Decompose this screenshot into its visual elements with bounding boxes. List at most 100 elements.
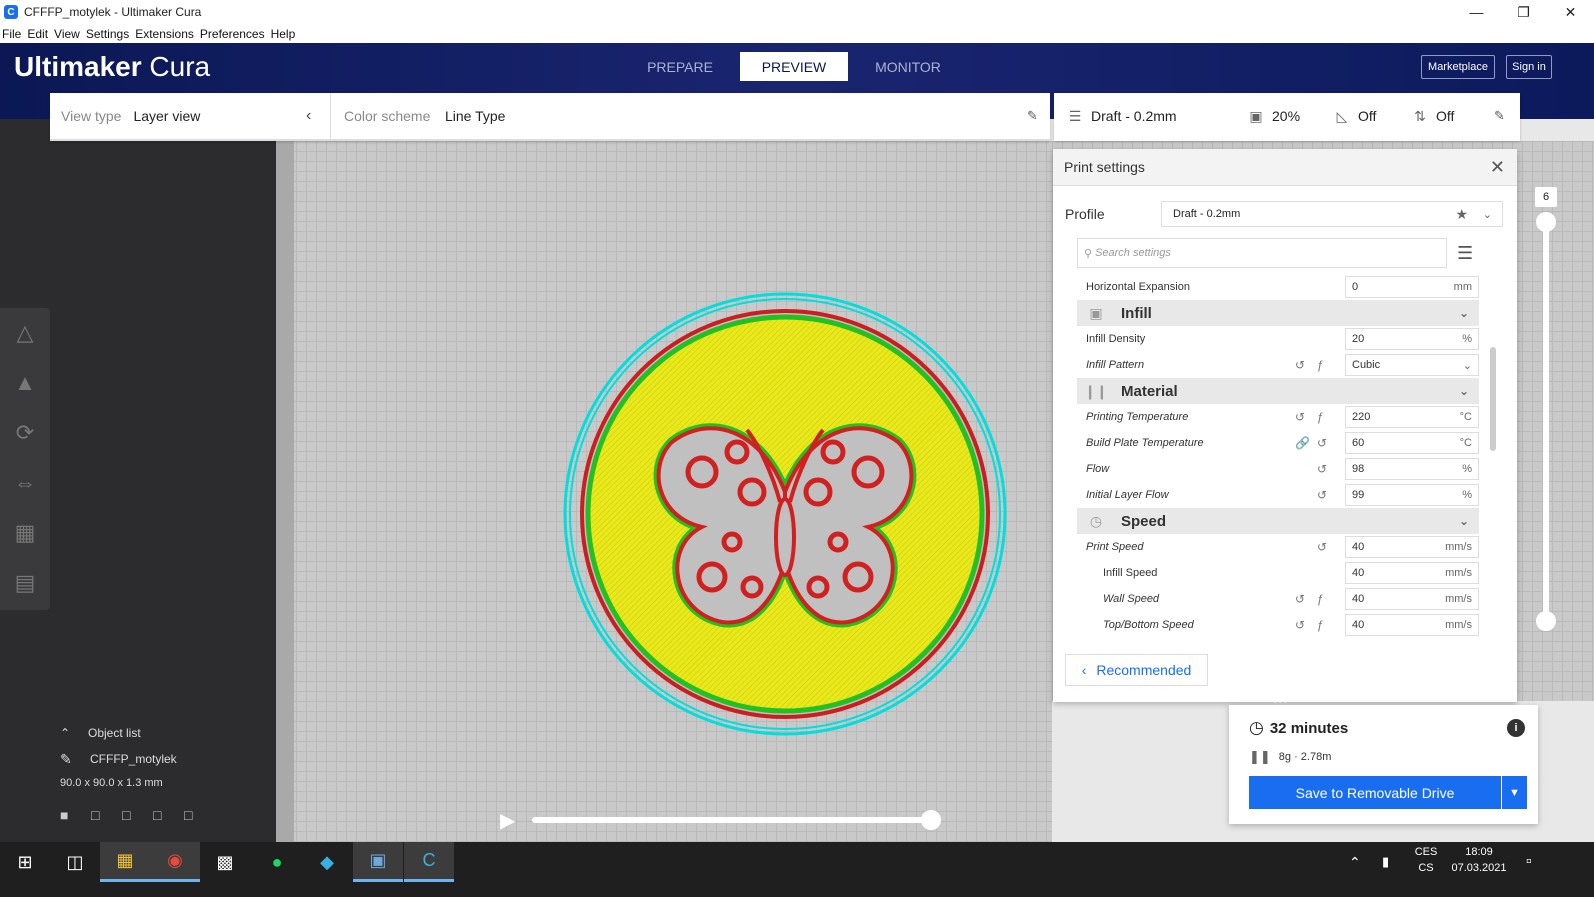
menu-settings[interactable]: Settings	[86, 27, 129, 41]
tab-preview[interactable]: PREVIEW	[740, 52, 848, 81]
reset-icon[interactable]: ↺	[1295, 358, 1305, 372]
view-front-icon[interactable]: □	[91, 807, 122, 823]
filament-icon: ❚❚	[1249, 749, 1271, 764]
scale-tool-icon[interactable]: ▲	[0, 358, 50, 408]
sign-in-button[interactable]: Sign in	[1506, 55, 1552, 79]
rotate-tool-icon[interactable]: ⟳	[0, 408, 50, 458]
setting-value-input[interactable]: 40 mm/s	[1345, 588, 1479, 610]
function-icon[interactable]: ƒ	[1317, 592, 1324, 606]
support-blocker-icon[interactable]: ▤	[0, 558, 50, 608]
save-app-icon[interactable]: ▣	[353, 842, 403, 882]
print-setup-bar[interactable]: ☰ Draft - 0.2mm ▣ 20% ◺ Off ⇅ Off ✎	[1054, 93, 1520, 141]
restore-button[interactable]: ❐	[1500, 0, 1547, 24]
butterfly-model-layer-view[interactable]	[562, 292, 1008, 736]
reset-icon[interactable]: ↺	[1295, 618, 1305, 632]
category-speed[interactable]: ◷ Speed ⌄	[1077, 508, 1479, 534]
setting-value-input[interactable]: 40 mm/s	[1345, 536, 1479, 558]
start-icon[interactable]: ⊞	[0, 842, 50, 882]
collapse-view-icon[interactable]: ‹	[306, 107, 311, 125]
reset-icon[interactable]: ↺	[1295, 592, 1305, 606]
view-right-icon[interactable]: □	[184, 807, 215, 823]
infill-icon: ▣	[1249, 107, 1263, 124]
simulation-slider-track[interactable]	[532, 817, 932, 823]
close-window-button[interactable]: ✕	[1547, 0, 1594, 24]
function-icon[interactable]: ƒ	[1317, 618, 1324, 632]
view-left-icon[interactable]: □	[153, 807, 184, 823]
chrome-icon[interactable]: ◉	[150, 842, 200, 882]
language-indicator[interactable]: CES CS	[1410, 846, 1442, 874]
profile-summary[interactable]: ☰ Draft - 0.2mm	[1067, 108, 1177, 125]
menu-file[interactable]: File	[2, 27, 21, 41]
menu-edit[interactable]: Edit	[27, 27, 48, 41]
view-type-select[interactable]: Layer view	[133, 108, 200, 124]
print-setup-edit-icon[interactable]: ✎	[1494, 108, 1505, 124]
link-icon[interactable]: 🔗	[1295, 436, 1310, 450]
support-summary[interactable]: ◺ Off	[1334, 108, 1377, 125]
object-list-toggle[interactable]: ⌃ Object list	[60, 720, 215, 746]
battery-icon[interactable]: ▮	[1382, 854, 1389, 870]
function-icon[interactable]: ƒ	[1317, 358, 1324, 372]
menu-extensions[interactable]: Extensions	[135, 27, 194, 41]
reset-icon[interactable]: ↺	[1317, 436, 1327, 450]
setting-value-input[interactable]: 99%	[1345, 484, 1479, 506]
stage-tabs: PREPARE PREVIEW MONITOR	[626, 52, 968, 81]
tab-prepare[interactable]: PREPARE	[626, 52, 734, 81]
setting-value-input[interactable]: 98%	[1345, 458, 1479, 480]
mirror-tool-icon[interactable]: ⇔	[0, 458, 50, 508]
view-top-icon[interactable]: □	[122, 807, 153, 823]
adhesion-icon: ⇅	[1414, 107, 1426, 124]
view-3d-icon[interactable]: ■	[60, 807, 91, 823]
spotify-icon[interactable]: ●	[252, 842, 302, 882]
reset-icon[interactable]: ↺	[1295, 410, 1305, 424]
color-scheme-edit-icon[interactable]: ✎	[1027, 108, 1038, 124]
app-icon[interactable]: ◆	[302, 842, 352, 882]
setting-value-input[interactable]: Cubic ⌄	[1345, 354, 1479, 376]
save-button[interactable]: Save to Removable Drive	[1249, 776, 1501, 809]
cura-taskbar-icon[interactable]: C	[404, 842, 454, 882]
task-view-icon[interactable]: ◫	[50, 842, 100, 882]
category-material[interactable]: ❙❙ Material ⌄	[1077, 378, 1479, 404]
star-icon[interactable]: ★	[1455, 206, 1468, 223]
notifications-icon[interactable]: ▫	[1526, 853, 1532, 871]
tab-monitor[interactable]: MONITOR	[854, 52, 962, 81]
setting-value-input[interactable]: 60 °C	[1345, 432, 1479, 454]
setting-value-input[interactable]: 220 °C	[1345, 406, 1479, 428]
reset-icon[interactable]: ↺	[1317, 462, 1327, 476]
setting-value-input[interactable]: 20%	[1345, 328, 1479, 350]
close-icon[interactable]: ✕	[1490, 157, 1505, 178]
menu-preferences[interactable]: Preferences	[200, 27, 265, 41]
per-model-settings-icon[interactable]: ▦	[0, 508, 50, 558]
profile-dropdown[interactable]: Draft - 0.2mm ★ ⌄	[1161, 201, 1503, 227]
file-explorer-icon[interactable]: ▦	[100, 842, 150, 882]
marketplace-button[interactable]: Marketplace	[1421, 55, 1495, 79]
function-icon[interactable]: ƒ	[1317, 410, 1324, 424]
chevron-up-tray-icon[interactable]: ⌃	[1349, 854, 1361, 871]
setting-value-input[interactable]: 0 mm	[1345, 276, 1479, 298]
layer-slider-top-handle[interactable]	[1536, 212, 1556, 232]
reset-icon[interactable]: ↺	[1317, 488, 1327, 502]
store-icon[interactable]: ▩	[200, 842, 250, 882]
minimize-button[interactable]: —	[1453, 0, 1500, 24]
color-scheme-select[interactable]: Line Type	[445, 108, 505, 124]
object-list-item[interactable]: ✎ CFFFP_motylek	[60, 746, 215, 772]
menu-view[interactable]: View	[54, 27, 80, 41]
info-icon[interactable]: i	[1507, 719, 1525, 737]
reset-icon[interactable]: ↺	[1317, 540, 1327, 554]
menu-help[interactable]: Help	[271, 27, 296, 41]
settings-scrollbar[interactable]	[1490, 347, 1496, 451]
layer-slider-track[interactable]	[1543, 220, 1549, 622]
category-infill[interactable]: ▣ Infill ⌄	[1077, 300, 1479, 326]
adhesion-summary[interactable]: ⇅ Off	[1412, 107, 1454, 125]
infill-summary[interactable]: ▣ 20%	[1248, 107, 1300, 125]
simulation-slider-handle[interactable]	[921, 810, 941, 830]
search-input[interactable]: ⚲ Search settings	[1077, 238, 1447, 268]
setting-value-input[interactable]: 40 mm/s	[1345, 562, 1479, 584]
setting-value-input[interactable]: 40 mm/s	[1345, 614, 1479, 636]
output-device-dropdown[interactable]: ▼	[1502, 776, 1527, 809]
move-tool-icon[interactable]: △	[0, 308, 50, 358]
clock[interactable]: 18:09 07.03.2021	[1446, 846, 1512, 874]
settings-menu-icon[interactable]: ☰	[1457, 243, 1473, 264]
layer-slider-bottom-handle[interactable]	[1536, 611, 1556, 631]
recommended-button[interactable]: ‹ Recommended	[1065, 654, 1208, 686]
play-icon[interactable]: ▶	[500, 808, 520, 832]
